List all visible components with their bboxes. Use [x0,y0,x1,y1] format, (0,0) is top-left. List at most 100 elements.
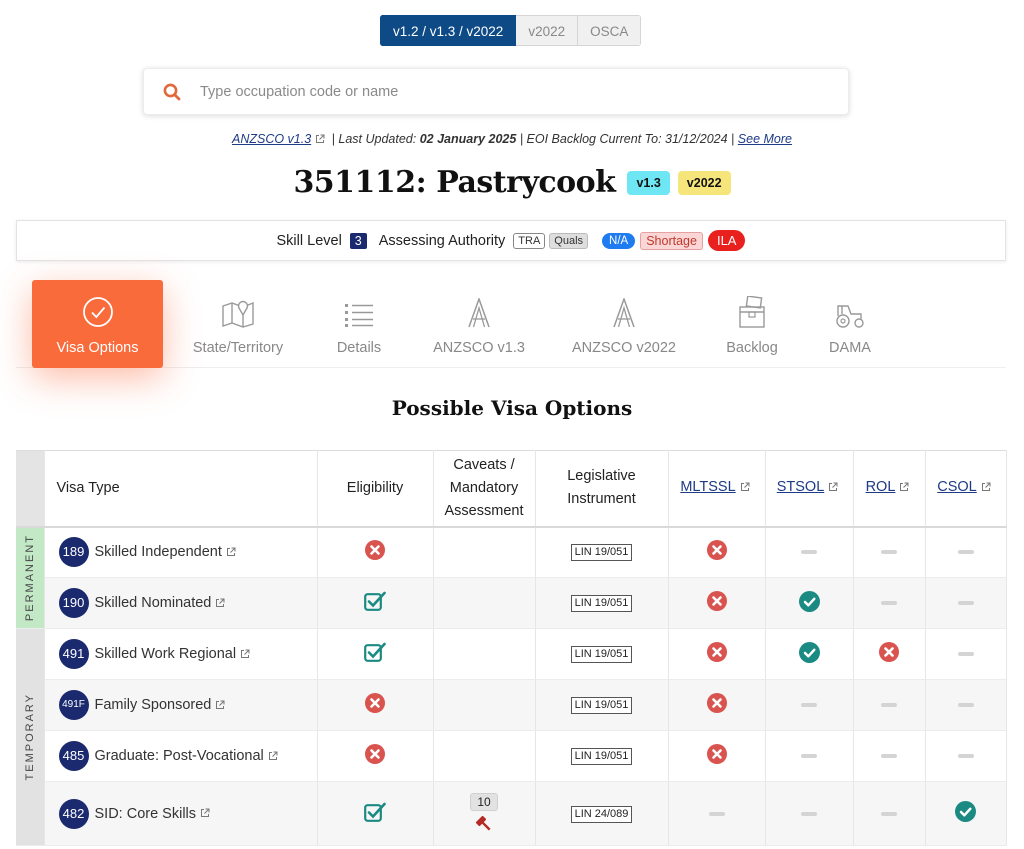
ila-pill: ILA [707,230,746,251]
visa-type-cell[interactable]: 491 Skilled Work Regional [44,628,318,680]
lin-tag[interactable]: LIN 19/051 [570,697,633,714]
last-updated-label: | Last Updated: [331,132,417,146]
tractor-icon [834,294,866,328]
anzsco-link[interactable]: ANZSCO v1.3 [232,132,311,146]
visa-type-cell[interactable]: 189 Skilled Independent [44,526,318,578]
lin-tag[interactable]: LIN 19/051 [570,544,633,562]
rol-cell [853,577,926,629]
mltssl-link[interactable]: MLTSSL [680,479,735,495]
visa-number-badge: 189 [58,537,89,568]
assessing-authority-tag[interactable]: TRA [513,232,546,249]
tab-anzsco-v13[interactable]: ANZSCO v1.3 [430,280,528,368]
caveats-cell [433,526,536,578]
header-stsol: STSOL [765,450,854,528]
lin-tag[interactable]: LIN 24/089 [570,805,633,823]
lin-tag[interactable]: LIN 19/051 [570,646,633,663]
gavel-icon[interactable] [434,815,535,837]
cross-circle-icon [706,642,727,666]
eligibility-cell [317,526,434,578]
external-link-icon [200,806,210,822]
csol-cell [925,628,1007,680]
csol-cell [925,730,1007,782]
group-header-corner [16,450,45,528]
tab-label: Visa Options [56,340,139,356]
visa-number-badge: 491F [58,690,89,720]
visa-name-link[interactable]: SID: Core Skills [95,806,197,822]
version-button-v2022[interactable]: v2022 [516,15,579,46]
csol-link[interactable]: CSOL [937,479,977,495]
dash-icon [957,646,974,662]
header-text: Instrument [567,491,636,508]
external-link-icon [740,477,750,500]
stsol-link[interactable]: STSOL [777,479,825,495]
header-text: Mandatory [449,479,519,496]
check-circle-icon [955,801,976,826]
visa-type-cell[interactable]: 485 Graduate: Post-Vocational [44,730,318,782]
tab-label: State/Territory [192,340,284,356]
stsol-cell [765,730,854,782]
quals-tag[interactable]: Quals [549,232,589,249]
group-label-permanent: PERMANENT [16,526,45,629]
dash-icon [881,697,897,713]
stsol-cell [765,526,854,578]
cross-circle-icon [706,744,727,768]
visa-type-cell[interactable]: 482 SID: Core Skills [44,781,318,846]
backlog-text: | EOI Backlog Current To: 31/12/2024 | [519,132,735,146]
legislative-instrument-cell: LIN 19/051 [535,628,669,680]
table-row: 190 Skilled Nominated LIN 19/051 [16,577,1007,629]
see-more-link[interactable]: See More [738,132,792,146]
tab-details[interactable]: Details [316,280,402,368]
table-row: 482 SID: Core Skills 10 LIN 24/089 [16,781,1007,846]
version-badge-v2022: v2022 [677,170,731,195]
cross-circle-icon [706,693,727,717]
visa-name-link[interactable]: Skilled Nominated [95,595,212,611]
external-link-icon [268,749,278,765]
external-link-icon [828,477,838,500]
search-input[interactable] [200,83,800,100]
rol-cell [853,679,926,731]
dash-icon [957,595,974,611]
tab-state-territory[interactable]: State/Territory [178,280,298,368]
tab-backlog[interactable]: Backlog [718,280,786,368]
visa-type-cell[interactable]: 491F Family Sponsored [44,679,318,731]
visa-name-link[interactable]: Graduate: Post-Vocational [95,748,264,764]
search-icon[interactable] [144,83,200,101]
tab-visa-options[interactable]: Visa Options [32,280,163,368]
anzsco-a-icon [612,294,636,328]
tab-dama[interactable]: DAMA [816,280,884,368]
occupation-header: 351112: Pastrycook v1.3 v2022 [0,165,1024,200]
header-csol: CSOL [925,450,1007,528]
version-button-v13[interactable]: v1.2 / v1.3 / v2022 [380,15,517,46]
dash-icon [801,806,817,822]
rol-cell [853,526,926,578]
visa-name-link[interactable]: Skilled Work Regional [95,646,237,662]
header-text: Assessment [444,502,524,519]
visa-number-badge: 190 [58,588,89,618]
visa-type-cell[interactable]: 190 Skilled Nominated [44,577,318,629]
check-circle-icon [798,590,820,616]
dash-icon [957,748,974,764]
visa-name-link[interactable]: Skilled Independent [95,544,222,560]
lin-tag[interactable]: LIN 19/051 [570,595,633,612]
tab-anzsco-v2022[interactable]: ANZSCO v2022 [569,280,679,368]
external-link-icon [215,698,225,714]
checkbox-checked-icon [364,642,386,666]
lin-tag[interactable]: LIN 19/051 [570,748,633,765]
tab-label: ANZSCO v2022 [572,340,676,356]
dash-icon [957,544,974,560]
caveat-count-badge[interactable]: 10 [470,792,498,811]
csol-cell [925,679,1007,731]
rol-link[interactable]: ROL [866,479,896,495]
external-link-icon [899,477,909,500]
mltssl-cell [668,781,766,846]
info-bar: Skill Level 3 Assessing Authority TRA Qu… [16,220,1006,261]
legislative-instrument-cell: LIN 19/051 [535,577,669,629]
legislative-instrument-cell: LIN 19/051 [535,526,669,578]
version-button-osca[interactable]: OSCA [578,15,642,46]
skill-level-label: Skill Level [276,232,342,249]
visa-name-link[interactable]: Family Sponsored [95,697,212,713]
tab-label: DAMA [829,340,871,356]
meta-line: ANZSCO v1.3 | Last Updated: 02 January 2… [0,132,1024,147]
header-text: Caveats / [453,456,515,473]
external-link-icon [226,545,236,561]
